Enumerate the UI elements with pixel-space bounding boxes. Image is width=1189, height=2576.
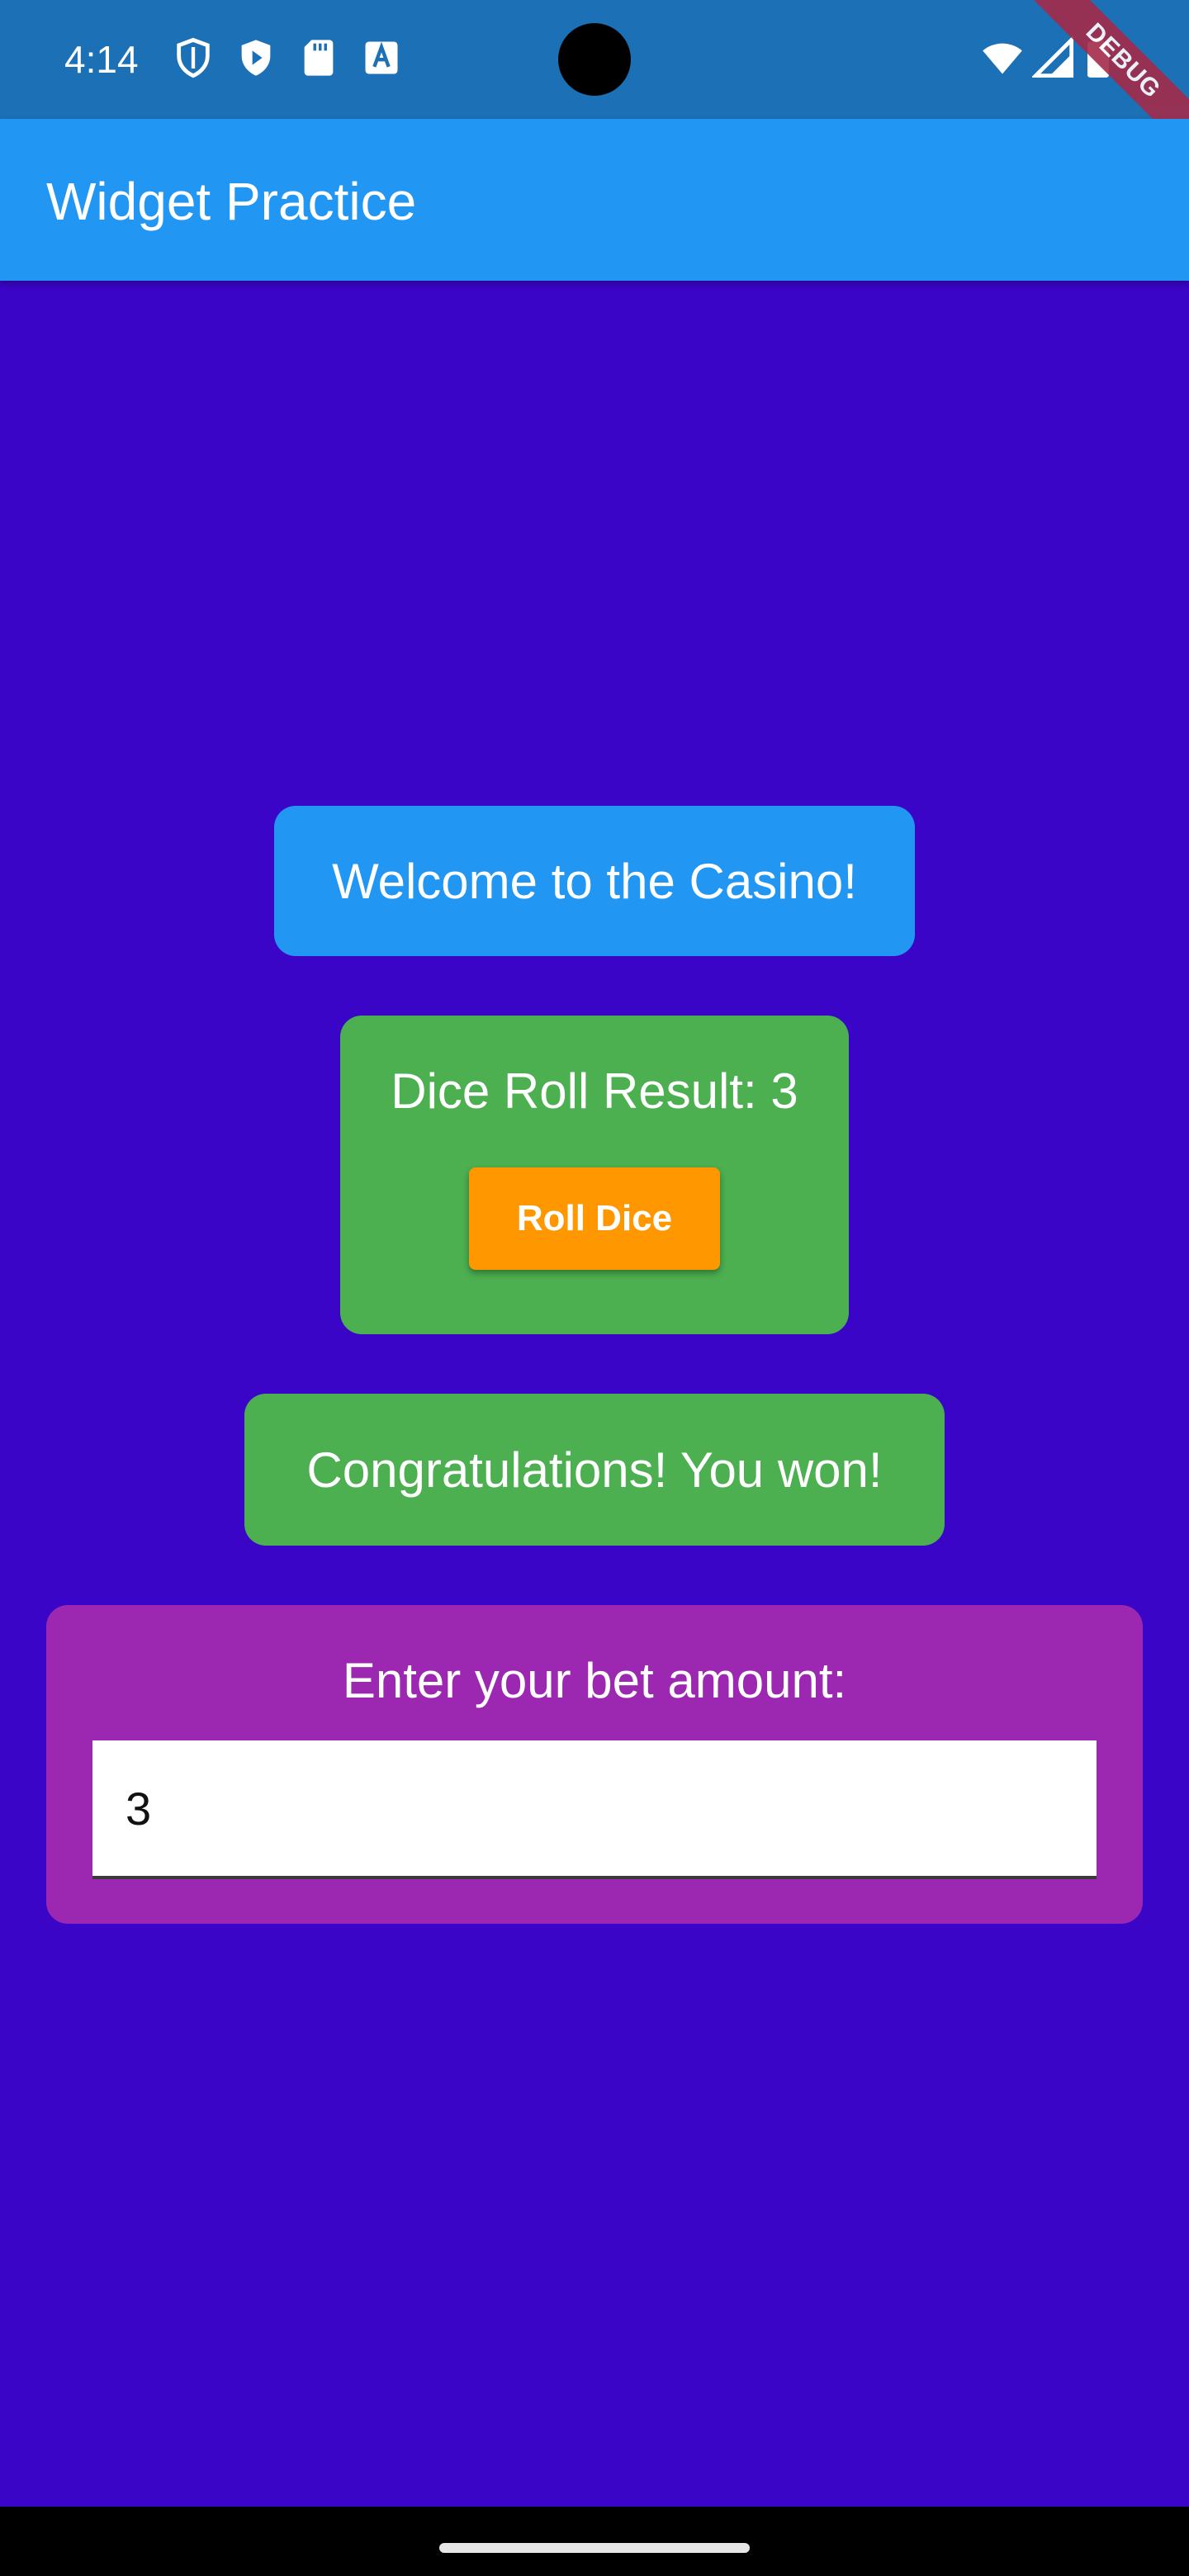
- play-protect-icon: [234, 36, 277, 79]
- welcome-card: Welcome to the Casino!: [274, 806, 915, 956]
- navigation-bar: [0, 2507, 1189, 2576]
- app-screen: 4:14 DEBUG Widget Practice Welcome to th: [0, 0, 1189, 2576]
- shield-icon: [172, 36, 215, 79]
- bet-label: Enter your bet amount:: [342, 1653, 847, 1708]
- app-bar: Widget Practice: [0, 119, 1189, 281]
- camera-cutout: [558, 23, 631, 96]
- welcome-text: Welcome to the Casino!: [332, 853, 857, 909]
- bet-amount-input[interactable]: [92, 1740, 1097, 1876]
- sd-card-icon: [297, 36, 340, 79]
- app-title: Widget Practice: [46, 172, 417, 231]
- bet-field: [92, 1740, 1097, 1879]
- roll-dice-button[interactable]: Roll Dice: [469, 1167, 720, 1270]
- result-message: Congratulations! You won!: [306, 1442, 883, 1498]
- a-text-icon: [360, 36, 403, 79]
- bet-card: Enter your bet amount:: [46, 1605, 1143, 1924]
- status-bar: 4:14 DEBUG: [0, 0, 1189, 163]
- result-card: Congratulations! You won!: [244, 1394, 945, 1546]
- wifi-icon: [979, 36, 1026, 79]
- signal-icon: [1032, 36, 1075, 79]
- dice-card: Dice Roll Result: 3 Roll Dice: [340, 1016, 849, 1334]
- status-time: 4:14: [64, 38, 139, 81]
- dice-result-text: Dice Roll Result: 3: [391, 1063, 798, 1119]
- home-gesture-handle[interactable]: [439, 2543, 750, 2553]
